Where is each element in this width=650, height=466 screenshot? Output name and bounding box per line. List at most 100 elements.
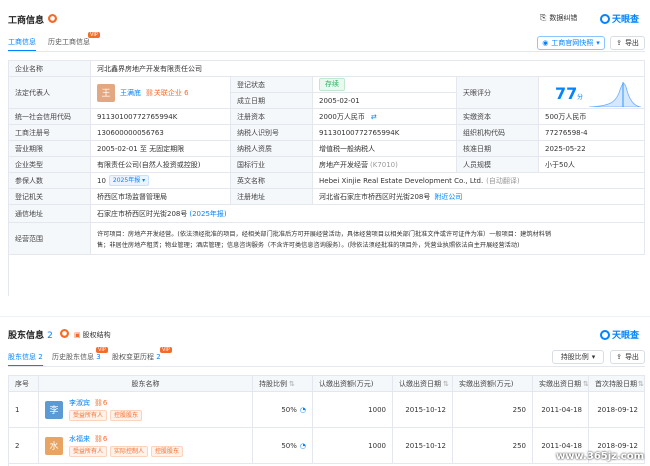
label-org-code: 组织机构代码: [457, 125, 539, 141]
col-ratio[interactable]: 持股比例 ⇅: [253, 376, 313, 392]
related-count[interactable]: ⛓6: [94, 435, 107, 443]
tabs-divider: [8, 51, 645, 52]
ratio-chart-icon[interactable]: ◔: [300, 442, 306, 450]
tag-actual-controller: 实际控制人: [110, 446, 149, 457]
watermark: www.365jz.com: [555, 451, 644, 462]
equity-icon: ▣: [74, 331, 81, 339]
nearby-company-link[interactable]: 附近公司: [434, 192, 462, 202]
taxpayer-id: 91130100772765994K: [313, 125, 457, 141]
label-company-name: 企业名称: [9, 61, 91, 77]
insured-cell: 10 2025年报 ▾: [91, 173, 231, 189]
row-2-sub-date: 2015-10-12: [393, 428, 453, 464]
tab-business-info[interactable]: 工商信息: [8, 37, 36, 52]
label-found-date: 成立日期: [231, 93, 313, 109]
legal-rep-name-link[interactable]: 王满底: [120, 88, 141, 98]
equity-structure-link[interactable]: ▣ 股权结构: [74, 330, 111, 340]
avatar: 王: [97, 83, 115, 102]
label-en-name: 英文名称: [231, 173, 313, 189]
related-company-link[interactable]: ⛓关联企业 6: [145, 88, 189, 98]
label-mail-address: 通信地址: [9, 205, 91, 223]
score-value: 77: [555, 84, 578, 103]
report-icon: ⎘: [540, 13, 547, 22]
paid-capital: 500万人民币: [539, 109, 645, 125]
data-report-button[interactable]: ⎘ 数据纠错: [540, 13, 577, 23]
capital-change-icon[interactable]: ⇄: [371, 113, 377, 121]
sort-icon: ⇅: [583, 379, 589, 388]
score-distribution-chart: [589, 82, 641, 107]
row-2-no: 2: [9, 428, 39, 464]
row-1-sub-amount: 1000: [313, 392, 393, 428]
label-taxpayer-id: 纳税人识别号: [231, 125, 313, 141]
row-1-paid-amount: 250: [453, 392, 533, 428]
scope-line-2: 售；非居住房地产租赁；物业管理；酒店管理；信息咨询服务（不含许可类信息咨询服务）…: [97, 241, 520, 249]
official-snapshot-button[interactable]: ◉ 工商官网快照 ▾: [537, 36, 605, 50]
shareholders-header: 股东信息 2 ● ▣ 股权结构 天眼查: [0, 322, 650, 344]
en-name: Hebei Xinjie Real Estate Development Co.…: [319, 176, 484, 185]
tab-history-shareholders[interactable]: 历史股东信息 3: [52, 352, 101, 362]
reg-address-cell: 河北省石家庄市桥西区时光街208号 附近公司: [313, 189, 645, 205]
chevron-down-icon: ▾: [591, 353, 596, 361]
export-icon: ⇪: [616, 39, 622, 47]
label-reg-no: 工商注册号: [9, 125, 91, 141]
sort-icon: ⇅: [443, 379, 449, 388]
reg-authority: 桥西区市场监督管理局: [91, 189, 231, 205]
found-date: 2005-02-01: [313, 93, 457, 109]
label-term: 营业期限: [9, 141, 91, 157]
org-code: 77276598-4: [539, 125, 645, 141]
en-name-cell: Hebei Xinjie Real Estate Development Co.…: [313, 173, 645, 189]
col-paid-date[interactable]: 实缴出资日期 ⇅: [533, 376, 589, 392]
col-sub-date[interactable]: 认缴出资日期 ⇅: [393, 376, 453, 392]
label-insured: 参保人数: [9, 173, 91, 189]
info-dot-icon: ●: [48, 14, 57, 23]
sort-select[interactable]: 持股比例 ▾: [552, 350, 604, 364]
insured: 10: [97, 176, 106, 185]
brand-logo-icon: [600, 329, 610, 340]
taxpayer-qual: 增值税一般纳税人: [313, 141, 457, 157]
tag-controlling-shareholder: 控股股东: [151, 446, 184, 457]
approve-date: 2025-05-22: [539, 141, 645, 157]
chevron-down-icon: ▾: [596, 39, 600, 47]
shareholder-name-link[interactable]: 李淑宾: [69, 398, 90, 408]
col-name: 股东名称: [39, 376, 253, 392]
export-icon: ⇪: [616, 353, 622, 361]
business-info-header: 工商信息 ● ⎘ 数据纠错 天眼查: [0, 8, 650, 30]
shareholders-table: 序号 股东名称 持股比例 ⇅ 认缴出资额(万元) 认缴出资日期 ⇅ 实缴出资额(万元…: [8, 375, 645, 466]
row-2-ratio: 50% ◔: [253, 428, 313, 464]
label-reg-status: 登记状态: [231, 77, 313, 93]
label-type: 企业类型: [9, 157, 91, 173]
info-dot-icon: ●: [60, 329, 69, 338]
row-1-ratio: 50% ◔: [253, 392, 313, 428]
brand-logo: 天眼查: [600, 328, 639, 341]
scope-cell: 许可项目：房地产开发经营。(依法须经批准的项目，经相关部门批准后方可开展经营活动…: [91, 223, 645, 255]
row-1-no: 1: [9, 392, 39, 428]
col-sub-amount: 认缴出资额(万元): [313, 376, 393, 392]
export-button[interactable]: ⇪ 导出: [610, 36, 645, 50]
reg-address: 河北省石家庄市桥西区时光街208号: [319, 192, 431, 201]
label-credit-code: 统一社会信用代码: [9, 109, 91, 125]
reg-status-cell: 存续: [313, 77, 457, 93]
mail-address: 石家庄市桥西区时光街208号: [97, 209, 188, 218]
row-2-paid-amount: 250: [453, 428, 533, 464]
tab-history-business-info[interactable]: 历史工商信息: [48, 37, 90, 47]
business-info-title: 工商信息: [8, 16, 45, 26]
snapshot-icon: ◉: [542, 39, 549, 47]
sort-icon: ⇅: [638, 379, 644, 388]
label-taxpayer-qual: 纳税人资质: [231, 141, 313, 157]
related-count[interactable]: ⛓6: [94, 399, 107, 407]
brand-logo: 天眼查: [600, 12, 639, 25]
industry-code: (K7010): [370, 160, 398, 169]
tab-equity-change[interactable]: 股权变更历程 2: [112, 352, 161, 362]
table-row: 水 水福来 ⛓6 受益所有人 实际控制人 控股股东: [39, 428, 253, 464]
label-reg-capital: 注册资本: [231, 109, 313, 125]
section-divider: [0, 316, 650, 317]
tag-beneficial-owner: 受益所有人: [69, 410, 108, 421]
col-first-date[interactable]: 首次持股日期 ⇅: [589, 376, 645, 392]
score-cell[interactable]: 77 分: [539, 77, 645, 109]
export-button[interactable]: ⇪ 导出: [610, 350, 645, 364]
insured-year-select[interactable]: 2025年报 ▾: [108, 175, 150, 186]
vip-badge: VIP: [88, 32, 100, 38]
mail-year-link[interactable]: (2025年报): [189, 209, 226, 219]
ratio-chart-icon[interactable]: ◔: [300, 406, 306, 414]
shareholder-name-link[interactable]: 水福来: [69, 434, 90, 444]
tab-shareholders[interactable]: 股东信息 2: [8, 352, 43, 367]
